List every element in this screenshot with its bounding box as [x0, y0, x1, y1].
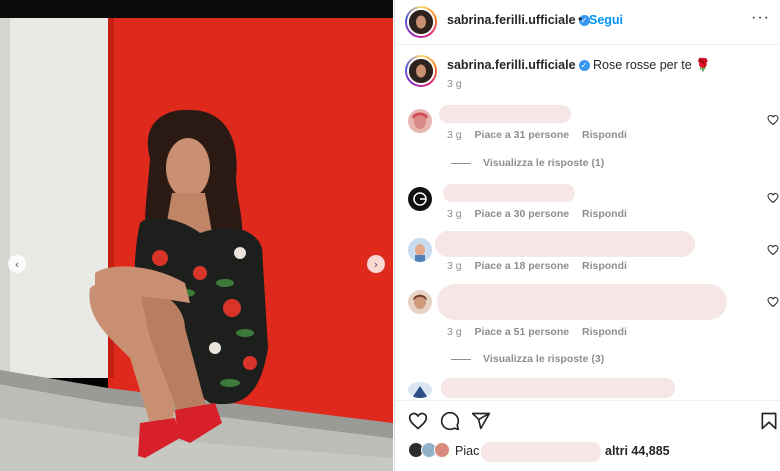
caption-time: 3 g — [447, 78, 462, 90]
heart-icon[interactable] — [767, 192, 779, 204]
post-header: sabrina.ferilli.ufficiale ✓ • Segui ··· — [395, 0, 780, 45]
comment-likes[interactable]: Piace a 51 persone — [475, 326, 570, 338]
likes-count-text: altri 44,885 — [605, 444, 670, 458]
verified-icon: ✓ — [578, 60, 590, 72]
redacted-comment — [437, 284, 727, 320]
post-side-panel: sabrina.ferilli.ufficiale ✓ • Segui ··· s… — [394, 0, 780, 471]
carousel-prev-button[interactable]: ‹ — [8, 255, 26, 273]
post-photo — [0, 18, 393, 471]
comment-meta: 3 g Piace a 31 persone Rispondi — [447, 129, 637, 141]
chevron-right-icon: › — [373, 257, 379, 271]
comment-meta: 3 g Piace a 18 persone Rispondi — [447, 260, 637, 272]
post-actions — [395, 400, 780, 440]
view-replies-label: Visualizza le risposte (1) — [483, 157, 605, 169]
comment-icon[interactable] — [440, 411, 460, 431]
comment-time: 3 g — [447, 326, 462, 338]
avatar-image — [408, 238, 432, 262]
post-media: ‹ › — [0, 0, 393, 471]
comment-meta: 3 g Piace a 30 persone Rispondi — [447, 208, 637, 220]
heart-icon[interactable] — [408, 411, 428, 431]
replies-divider — [451, 162, 471, 164]
follow-button[interactable]: Segui — [589, 13, 623, 27]
carousel-next-button[interactable]: › — [367, 255, 385, 273]
username-text: sabrina.ferilli.ufficiale — [447, 13, 576, 27]
reply-button[interactable]: Rispondi — [582, 208, 627, 220]
likes-prefix: Piac — [455, 444, 480, 458]
author-username[interactable]: sabrina.ferilli.ufficiale ✓ — [447, 13, 590, 27]
reply-button[interactable]: Rispondi — [582, 260, 627, 272]
reply-button[interactable]: Rispondi — [582, 326, 627, 338]
avatar-image — [408, 187, 432, 211]
heart-icon[interactable] — [767, 244, 779, 256]
comment-time: 3 g — [447, 129, 462, 141]
separator-dot: • — [578, 12, 583, 26]
author-avatar[interactable] — [405, 6, 437, 38]
comment-time: 3 g — [447, 208, 462, 220]
share-icon[interactable] — [471, 411, 491, 431]
commenter-avatar[interactable] — [408, 290, 432, 314]
media-top-bar — [0, 0, 393, 18]
redacted-comment — [443, 184, 575, 202]
commenter-avatar[interactable] — [408, 238, 432, 262]
heart-icon[interactable] — [767, 296, 779, 308]
caption-avatar[interactable] — [405, 55, 437, 87]
redacted-comment — [439, 105, 571, 123]
liker-avatar — [434, 442, 450, 458]
avatar-image — [408, 109, 432, 133]
commenter-avatar[interactable] — [408, 109, 432, 133]
heart-icon[interactable] — [767, 114, 779, 126]
likes-count[interactable]: altri 44,885 — [605, 444, 670, 458]
commenter-avatar[interactable] — [408, 382, 432, 398]
redacted-comment — [435, 231, 695, 257]
redacted-comment — [441, 378, 675, 398]
rose-emoji: 🌹 — [695, 58, 711, 72]
commenter-avatar[interactable] — [408, 187, 432, 211]
caption: sabrina.ferilli.ufficiale ✓ Rose rosse pe… — [447, 58, 711, 73]
likes-row[interactable]: Piac altri 44,885 — [395, 440, 780, 462]
caption-username[interactable]: sabrina.ferilli.ufficiale — [447, 58, 576, 72]
comment-meta: 3 g Piace a 51 persone Rispondi — [447, 326, 637, 338]
caption-text: Rose rosse per te — [593, 58, 692, 72]
avatar-image — [409, 10, 433, 34]
comment-likes[interactable]: Piace a 31 persone — [475, 129, 570, 141]
comment-time: 3 g — [447, 260, 462, 272]
more-options-button[interactable]: ··· — [751, 9, 770, 27]
avatar-image — [409, 59, 433, 83]
reply-button[interactable]: Rispondi — [582, 129, 627, 141]
redacted-liker — [481, 442, 601, 462]
bookmark-icon[interactable] — [759, 411, 779, 431]
comment-likes[interactable]: Piace a 18 persone — [475, 260, 570, 272]
avatar-image — [408, 382, 432, 398]
replies-divider — [451, 358, 471, 360]
view-replies-button[interactable]: Visualizza le risposte (3) — [451, 353, 604, 365]
chevron-left-icon: ‹ — [14, 257, 20, 271]
photo-illustration — [0, 18, 393, 471]
avatar-image — [408, 290, 432, 314]
view-replies-label: Visualizza le risposte (3) — [483, 353, 605, 365]
view-replies-button[interactable]: Visualizza le risposte (1) — [451, 157, 604, 169]
comment-likes[interactable]: Piace a 30 persone — [475, 208, 570, 220]
